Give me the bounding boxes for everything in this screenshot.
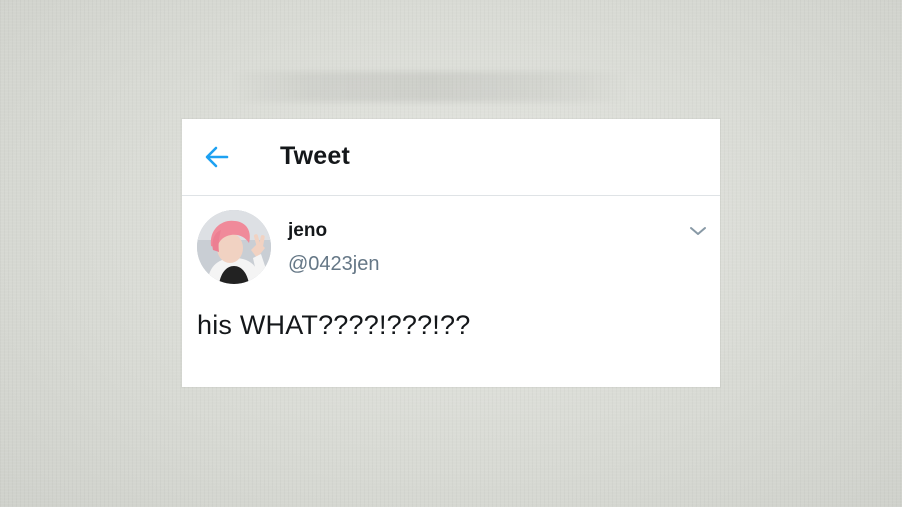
avatar[interactable] — [197, 210, 271, 284]
arrow-left-icon — [202, 143, 232, 171]
tweet-text: his WHAT????!???!?? — [197, 310, 471, 340]
chevron-down-icon — [688, 224, 708, 238]
page-title: Tweet — [280, 142, 350, 170]
tweet-menu-button[interactable] — [688, 224, 708, 238]
display-name[interactable]: jeno — [288, 220, 327, 242]
user-handle[interactable]: @0423jen — [288, 253, 379, 276]
tweet-card: Tweet jeno @0423jen his WHAT????!???!?? — [182, 119, 720, 387]
background-blur — [230, 72, 630, 102]
back-button[interactable] — [202, 143, 232, 171]
tweet-header: Tweet — [182, 119, 720, 196]
